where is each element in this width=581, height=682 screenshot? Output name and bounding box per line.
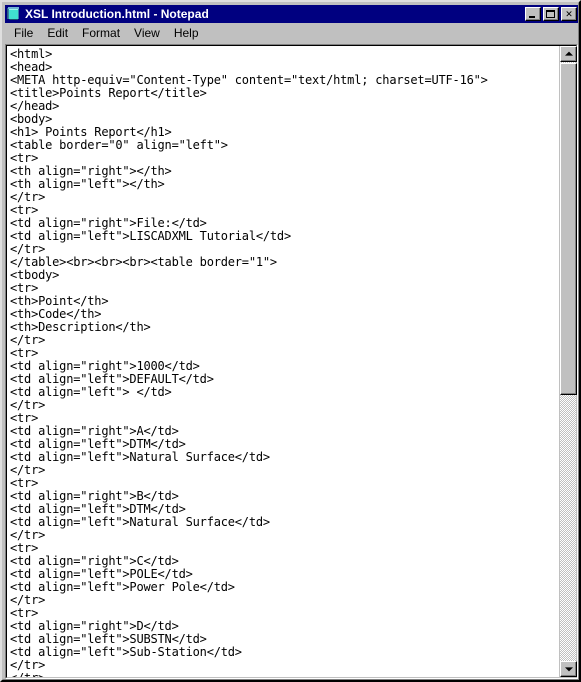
close-button[interactable]: ✕ <box>561 7 577 21</box>
title-bar[interactable]: XSL Introduction.html - Notepad ✕ <box>5 5 578 23</box>
notepad-document-icon <box>6 6 22 22</box>
menu-item-edit[interactable]: Edit <box>40 25 75 42</box>
menu-item-file[interactable]: File <box>7 25 40 42</box>
minimize-icon <box>529 16 535 18</box>
maximize-icon <box>546 10 555 18</box>
scrollbar-thumb-bevel <box>561 64 576 394</box>
minimize-button[interactable] <box>525 7 541 21</box>
close-icon: ✕ <box>565 8 573 19</box>
editor-frame: <html> <head> <META http-equiv="Content-… <box>5 44 578 679</box>
window-controls: ✕ <box>525 7 578 21</box>
menu-bar: File Edit Format View Help <box>5 24 578 43</box>
text-editor-area[interactable]: <html> <head> <META http-equiv="Content-… <box>7 46 558 678</box>
minimize-button-bevel <box>526 8 540 20</box>
scroll-up-button[interactable] <box>560 46 577 62</box>
editor-frame-bevel: <html> <head> <META http-equiv="Content-… <box>6 45 577 678</box>
scrollbar-thumb[interactable] <box>560 63 577 395</box>
menu-item-format[interactable]: Format <box>75 25 127 42</box>
menu-item-help[interactable]: Help <box>167 25 206 42</box>
menu-item-view[interactable]: View <box>127 25 167 42</box>
vertical-scrollbar[interactable] <box>559 46 577 677</box>
maximize-button[interactable] <box>543 7 559 21</box>
window-title: XSL Introduction.html - Notepad <box>25 7 209 21</box>
notepad-window: XSL Introduction.html - Notepad ✕ File E… <box>0 0 581 682</box>
scroll-down-arrow-icon <box>564 667 573 672</box>
window-frame-inner: XSL Introduction.html - Notepad ✕ File E… <box>2 2 579 680</box>
scroll-down-button[interactable] <box>560 661 577 677</box>
scroll-up-arrow-icon <box>564 51 573 56</box>
